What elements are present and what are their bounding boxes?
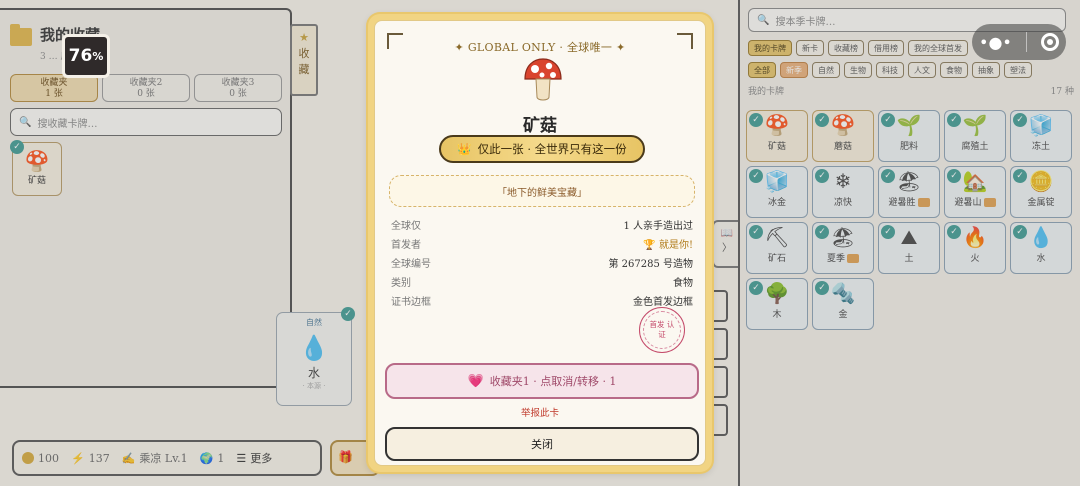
more-dots-icon[interactable]: •●• bbox=[979, 33, 1012, 52]
seal-text: 首发 认证 bbox=[649, 320, 675, 339]
certificate-info: 全球仅 1 人亲手造出过 首发者 🏆 就是你! 全球编号 第 267285 号造… bbox=[391, 215, 693, 310]
info-row: 首发者 🏆 就是你! bbox=[391, 234, 693, 253]
close-circle-icon[interactable] bbox=[1040, 33, 1059, 51]
favorite-status-label: 收藏夹1 · 点取消/转移 · 1 bbox=[489, 375, 617, 388]
zoom-unit: % bbox=[92, 49, 104, 63]
card-description: 「地下的鲜美宝藏」 bbox=[389, 175, 695, 207]
info-value: 1 人亲手造出过 bbox=[623, 221, 693, 232]
info-value: 食物 bbox=[673, 278, 693, 289]
mushroom-icon bbox=[524, 58, 562, 101]
favorite-status-button[interactable]: 💗 收藏夹1 · 点取消/转移 · 1 bbox=[385, 363, 699, 399]
crown-icon: 👑 bbox=[457, 142, 472, 156]
info-key: 全球编号 bbox=[391, 259, 431, 270]
card-certificate-modal: ✦ GLOBAL ONLY · 全球唯一 ✦ 矿菇 👑 仅此一张 · 全世界只有… bbox=[368, 14, 712, 472]
info-value: 金色首发边框 bbox=[633, 297, 693, 308]
info-row: 全球编号 第 267285 号造物 bbox=[391, 253, 693, 272]
card-title: 矿菇 bbox=[523, 116, 557, 136]
zoom-badge: 76% bbox=[62, 34, 110, 78]
info-key: 全球仅 bbox=[391, 221, 421, 232]
info-value: 🏆 就是你! bbox=[643, 240, 693, 251]
close-button[interactable]: 关闭 bbox=[385, 427, 699, 461]
mini-program-capsule: •●• bbox=[972, 24, 1066, 60]
first-release-seal: 首发 认证 bbox=[639, 307, 685, 353]
unique-banner: 👑 仅此一张 · 全世界只有这一份 bbox=[439, 135, 645, 163]
report-link[interactable]: 举报此卡 bbox=[375, 405, 705, 419]
global-only-label: ✦ GLOBAL ONLY · 全球唯一 ✦ bbox=[454, 41, 626, 54]
certificate-body: ✦ GLOBAL ONLY · 全球唯一 ✦ 矿菇 👑 仅此一张 · 全世界只有… bbox=[374, 20, 706, 466]
info-row: 类别 食物 bbox=[391, 272, 693, 291]
info-key: 首发者 bbox=[391, 240, 421, 251]
info-value: 第 267285 号造物 bbox=[608, 259, 693, 270]
info-key: 类别 bbox=[391, 278, 411, 289]
unique-banner-text: 仅此一张 · 全世界只有这一份 bbox=[477, 142, 627, 156]
zoom-value: 76 bbox=[68, 46, 93, 66]
info-key: 证书边框 bbox=[391, 297, 431, 308]
heart-icon: 💗 bbox=[467, 373, 484, 389]
info-row: 全球仅 1 人亲手造出过 bbox=[391, 215, 693, 234]
capsule-divider bbox=[1025, 32, 1027, 52]
info-row: 证书边框 金色首发边框 bbox=[391, 291, 693, 310]
